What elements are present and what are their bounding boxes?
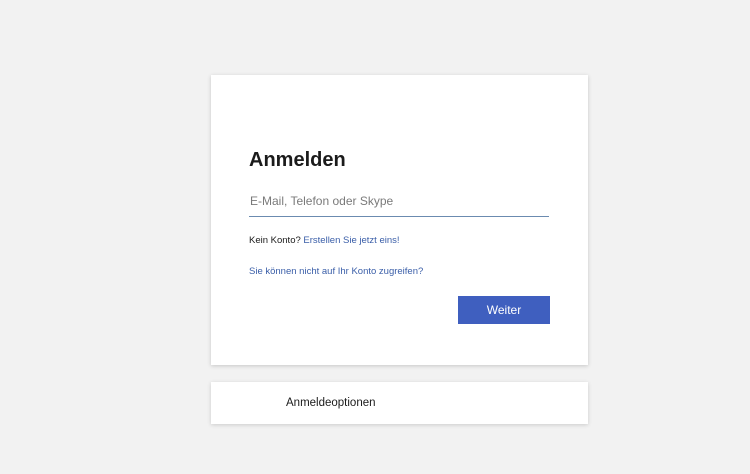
signin-options-button[interactable]: Anmeldeoptionen	[211, 382, 588, 424]
cant-access-row: Sie können nicht auf Ihr Konto zugreifen…	[249, 266, 550, 278]
page-title: Anmelden	[249, 149, 346, 171]
create-account-link[interactable]: Erstellen Sie jetzt eins!	[303, 235, 399, 246]
next-button[interactable]: Weiter	[458, 296, 550, 324]
no-account-row: Kein Konto? Erstellen Sie jetzt eins!	[249, 235, 550, 247]
cant-access-link[interactable]: Sie können nicht auf Ihr Konto zugreifen…	[249, 266, 423, 277]
button-row: Weiter	[458, 296, 550, 324]
email-field[interactable]	[249, 190, 549, 217]
page: Anmelden Kein Konto? Erstellen Sie jetzt…	[0, 0, 750, 474]
signin-options-label: Anmeldeoptionen	[286, 397, 376, 409]
no-account-text: Kein Konto?	[249, 235, 301, 246]
signin-card: Anmelden Kein Konto? Erstellen Sie jetzt…	[211, 75, 588, 365]
